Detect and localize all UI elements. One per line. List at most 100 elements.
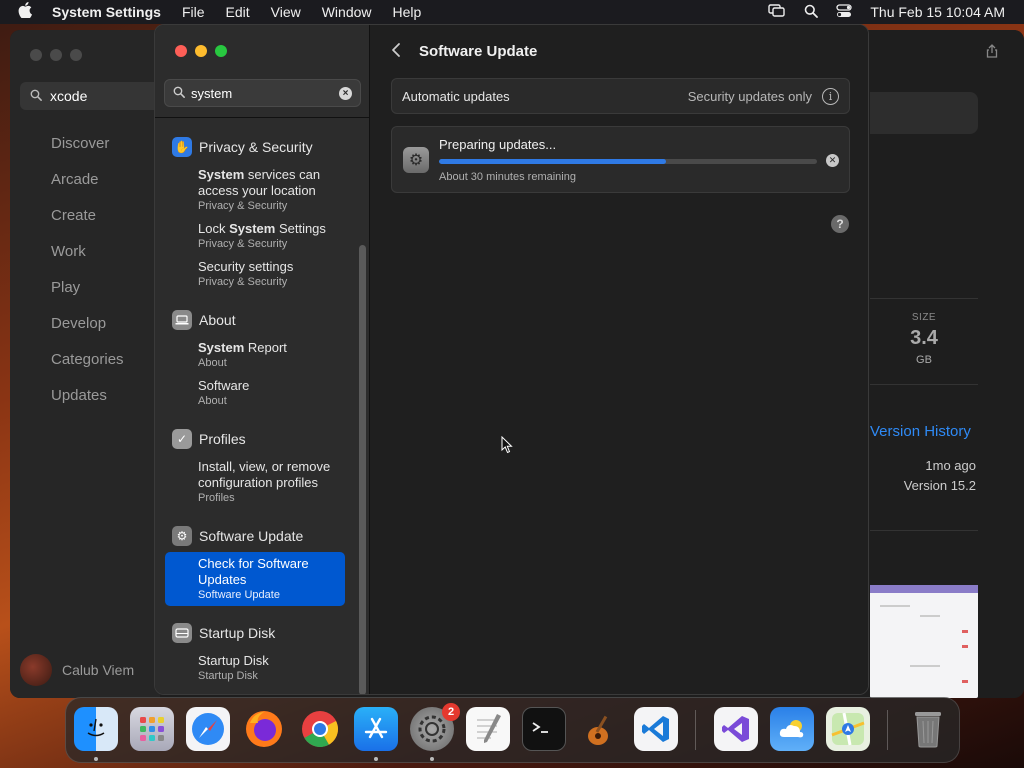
system-settings-window: system × ✋ Privacy & Security System ser…	[154, 24, 869, 695]
result-text: Settings	[275, 221, 326, 236]
result-subtitle: About	[198, 395, 227, 407]
result-subtitle: Privacy & Security	[198, 276, 288, 288]
info-icon[interactable]: i	[822, 87, 839, 105]
cancel-update-icon[interactable]: ✕	[826, 154, 839, 167]
nav-categories[interactable]: Categories	[51, 351, 124, 387]
visual-studio-icon[interactable]	[714, 707, 758, 751]
automatic-updates-value: Security updates only	[687, 88, 812, 104]
size-unit: GB	[916, 354, 932, 366]
textedit-icon[interactable]	[466, 707, 510, 751]
result-security-settings[interactable]: Security settings Privacy & Security	[198, 259, 353, 289]
help-icon[interactable]: ?	[831, 215, 849, 233]
maps-icon[interactable]	[826, 707, 870, 751]
back-chevron-icon[interactable]	[391, 42, 401, 63]
nav-discover[interactable]: Discover	[51, 135, 124, 171]
automatic-updates-row[interactable]: Automatic updates Security updates only …	[391, 78, 850, 114]
automatic-updates-label: Automatic updates	[402, 88, 510, 104]
garageband-icon[interactable]	[578, 707, 622, 751]
group-profiles: ✓ Profiles	[172, 429, 246, 449]
divider	[870, 384, 978, 385]
clear-search-icon[interactable]: ×	[339, 87, 352, 100]
result-startup-disk[interactable]: Startup Disk Startup Disk	[198, 653, 353, 683]
settings-sidebar: system × ✋ Privacy & Security System ser…	[155, 25, 370, 694]
result-software[interactable]: Software About	[198, 378, 353, 408]
dock-separator	[887, 710, 888, 750]
result-configuration-profiles[interactable]: Install, view, or remove configuration p…	[198, 459, 353, 505]
close-button[interactable]	[30, 49, 42, 61]
result-text: Report	[244, 340, 287, 355]
running-indicator	[94, 757, 98, 761]
zoom-button[interactable]	[70, 49, 82, 61]
result-subtitle: Software Update	[198, 589, 280, 601]
group-privacy-security: ✋ Privacy & Security	[172, 137, 313, 157]
close-button[interactable]	[175, 45, 187, 57]
menu-help[interactable]: Help	[393, 4, 422, 20]
spotlight-search-icon[interactable]	[804, 4, 819, 21]
share-icon[interactable]	[986, 44, 998, 61]
trash-icon[interactable]	[906, 707, 950, 751]
nav-play[interactable]: Play	[51, 279, 124, 315]
version-history-link[interactable]: Version History	[870, 423, 971, 440]
result-location-services[interactable]: System services can access your location…	[198, 167, 353, 213]
search-icon	[173, 86, 185, 101]
page-title: Software Update	[419, 43, 538, 60]
size-label: SIZE	[911, 312, 937, 323]
zoom-button[interactable]	[215, 45, 227, 57]
progress-remaining: About 30 minutes remaining	[439, 171, 576, 183]
nav-create[interactable]: Create	[51, 207, 124, 243]
finder-icon[interactable]	[74, 707, 118, 751]
firefox-icon[interactable]	[242, 707, 286, 751]
app-store-account[interactable]: Calub Viem	[20, 654, 134, 686]
app-store-icon[interactable]	[354, 707, 398, 751]
menu-app-name[interactable]: System Settings	[52, 4, 161, 20]
apple-icon[interactable]	[18, 1, 38, 23]
result-lock-system-settings[interactable]: Lock System Settings Privacy & Security	[198, 221, 353, 251]
software-update-pane: Software Update Automatic updates Securi…	[371, 25, 868, 694]
menu-window[interactable]: Window	[322, 4, 372, 20]
progress-bar	[439, 159, 817, 164]
version-number: Version 15.2	[903, 478, 976, 493]
screen-mirroring-icon[interactable]	[768, 3, 786, 21]
result-highlight: System	[198, 340, 245, 355]
updated-ago: 1mo ago	[925, 458, 976, 473]
result-check-for-software-updates[interactable]: Check for Software Updates Software Upda…	[165, 552, 345, 606]
minimize-button[interactable]	[50, 49, 62, 61]
app-store-search-field[interactable]: xcode	[20, 82, 160, 110]
result-highlight: System	[229, 221, 276, 236]
chrome-icon[interactable]	[298, 707, 342, 751]
safari-icon[interactable]	[186, 707, 230, 751]
settings-search-field[interactable]: system ×	[164, 79, 361, 107]
nav-work[interactable]: Work	[51, 243, 124, 279]
sidebar-scrollbar[interactable]	[359, 245, 366, 694]
weather-icon[interactable]	[770, 707, 814, 751]
app-store-search-value: xcode	[50, 88, 88, 104]
nav-updates[interactable]: Updates	[51, 387, 124, 423]
nav-arcade[interactable]: Arcade	[51, 171, 124, 207]
result-text: Security settings	[198, 259, 294, 274]
result-subtitle: Privacy & Security	[198, 238, 288, 250]
terminal-icon[interactable]	[522, 707, 566, 751]
progress-fill	[439, 159, 666, 164]
running-indicator	[374, 757, 378, 761]
launchpad-icon[interactable]	[130, 707, 174, 751]
size-value: 3.4	[910, 327, 938, 349]
divider	[870, 530, 978, 531]
control-center-icon[interactable]	[836, 3, 853, 21]
screenshot-thumbnail[interactable]	[870, 585, 978, 698]
menu-view[interactable]: View	[271, 4, 301, 20]
vscode-icon[interactable]	[634, 707, 678, 751]
result-system-report[interactable]: System Report About	[198, 340, 353, 370]
dock-separator	[695, 710, 696, 750]
search-icon	[30, 89, 42, 104]
minimize-button[interactable]	[195, 45, 207, 57]
menu-clock[interactable]: Thu Feb 15 10:04 AM	[870, 4, 1005, 20]
app-store-nav: Discover Arcade Create Work Play Develop…	[51, 135, 124, 423]
result-text: Startup Disk	[198, 653, 269, 668]
group-startup-disk: Startup Disk	[172, 623, 275, 643]
menu-edit[interactable]: Edit	[226, 4, 250, 20]
menu-file[interactable]: File	[182, 4, 205, 20]
group-header-label: Profiles	[199, 431, 246, 447]
laptop-icon	[172, 310, 192, 330]
result-subtitle: About	[198, 357, 227, 369]
nav-develop[interactable]: Develop	[51, 315, 124, 351]
